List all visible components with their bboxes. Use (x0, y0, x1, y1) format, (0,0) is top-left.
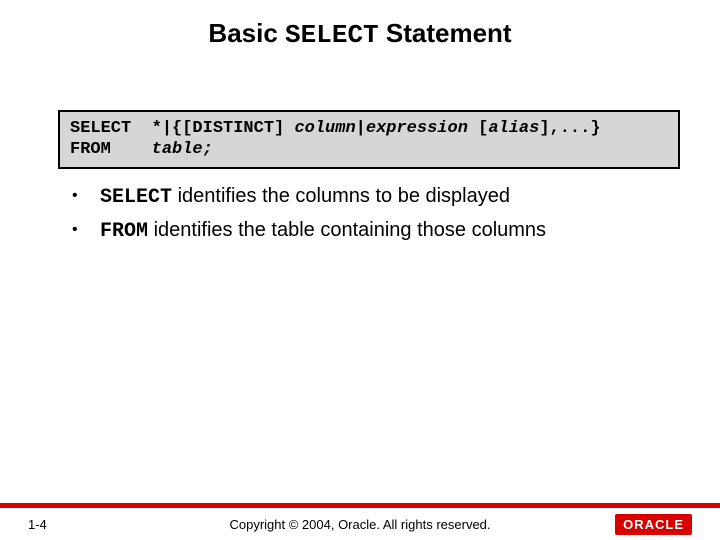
bullet-dot: • (72, 183, 100, 209)
bullet-list: • SELECT identifies the columns to be di… (72, 183, 680, 245)
page-number: 1-4 (28, 517, 128, 532)
syntax-lit: [ (468, 119, 488, 138)
bullet-dot: • (72, 217, 100, 243)
bullet-code: FROM (100, 220, 148, 243)
title-keyword: SELECT (285, 20, 379, 50)
bullet-text: FROM identifies the table containing tho… (100, 217, 680, 245)
bullet-text: SELECT identifies the columns to be disp… (100, 183, 680, 211)
copyright-text: Copyright © 2004, Oracle. All rights res… (128, 517, 592, 532)
syntax-kw-select: SELECT (70, 119, 131, 138)
syntax-expression: expression (366, 119, 468, 138)
syntax-lit: ],...} (539, 119, 600, 138)
bullet-code: SELECT (100, 186, 172, 209)
syntax-box: SELECT *|{[DISTINCT] column|expression [… (58, 110, 680, 169)
slide-title: Basic SELECT Statement (0, 0, 720, 50)
list-item: • SELECT identifies the columns to be di… (72, 183, 680, 211)
slide: Basic SELECT Statement SELECT *|{[DISTIN… (0, 0, 720, 540)
syntax-lit: *|{[DISTINCT] (131, 119, 294, 138)
syntax-lit: | (356, 119, 366, 138)
syntax-kw-from: FROM (70, 140, 111, 159)
syntax-pad (111, 140, 152, 159)
title-suffix: Statement (379, 18, 512, 48)
slide-footer: 1-4 Copyright © 2004, Oracle. All rights… (0, 503, 720, 540)
bullet-rest: identifies the table containing those co… (148, 219, 546, 241)
bullet-rest: identifies the columns to be displayed (172, 185, 510, 207)
oracle-logo: ORACLE (615, 514, 692, 535)
list-item: • FROM identifies the table containing t… (72, 217, 680, 245)
title-prefix: Basic (208, 18, 285, 48)
footer-row: 1-4 Copyright © 2004, Oracle. All rights… (0, 508, 720, 540)
syntax-table: table; (152, 140, 213, 159)
syntax-column: column (294, 119, 355, 138)
logo-container: ORACLE (592, 514, 692, 535)
syntax-alias: alias (488, 119, 539, 138)
